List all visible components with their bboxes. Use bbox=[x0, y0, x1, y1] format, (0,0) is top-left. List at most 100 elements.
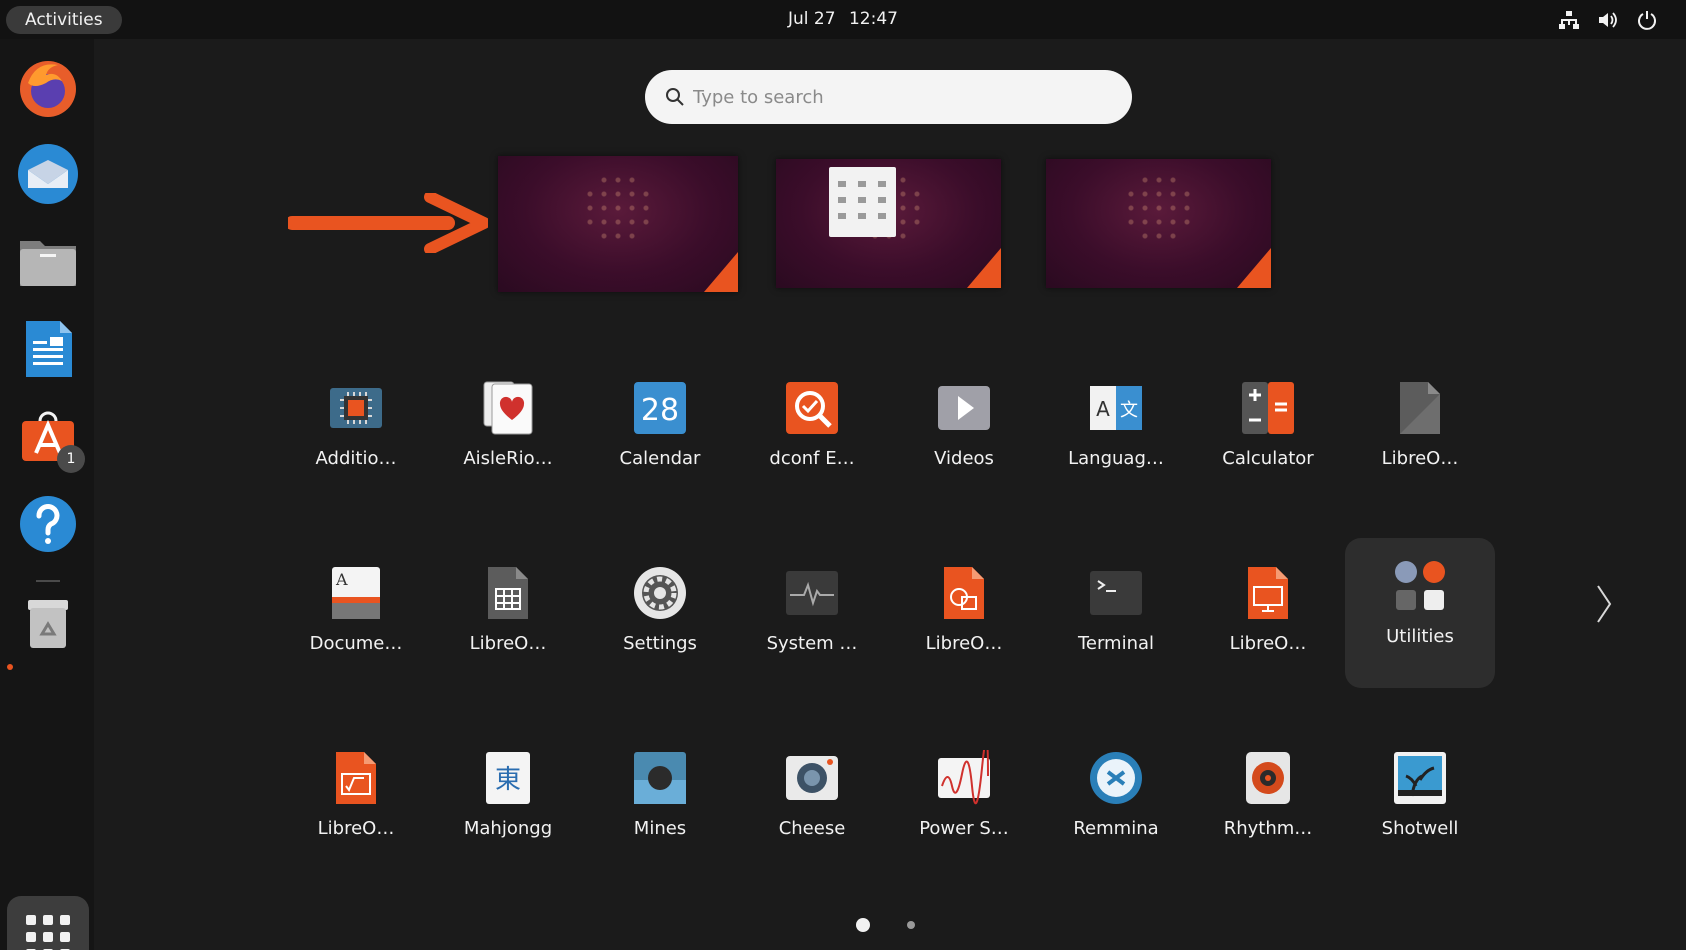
settings-icon bbox=[632, 565, 688, 621]
app-power-statistics[interactable]: Power S… bbox=[889, 730, 1039, 880]
app-label: Power S… bbox=[919, 818, 1009, 839]
app-mahjongg[interactable]: 東 Mahjongg bbox=[433, 730, 583, 880]
show-apps-button[interactable] bbox=[7, 896, 89, 950]
utilities-folder-icon bbox=[1392, 558, 1448, 614]
clock[interactable]: Jul 27 12:47 bbox=[0, 0, 1686, 39]
dconf-icon bbox=[784, 380, 840, 436]
dock-separator bbox=[36, 580, 60, 582]
app-label: AisleRio… bbox=[463, 448, 553, 469]
workspace-thumbnail-3[interactable] bbox=[1046, 159, 1271, 288]
app-libreoffice-calc[interactable]: LibreO… bbox=[433, 545, 583, 695]
svg-text:東: 東 bbox=[495, 765, 521, 795]
thunderbird-icon bbox=[18, 144, 78, 204]
videos-icon bbox=[936, 380, 992, 436]
app-label: Videos bbox=[934, 448, 994, 469]
files-icon bbox=[20, 241, 76, 286]
wallpaper-wedge bbox=[967, 248, 1001, 288]
app-terminal[interactable]: Terminal bbox=[1041, 545, 1191, 695]
wallpaper-wedge bbox=[704, 252, 738, 292]
chevron-right-icon[interactable] bbox=[1592, 580, 1616, 628]
app-document-viewer[interactable]: A Docume… bbox=[281, 545, 431, 695]
app-label: LibreO… bbox=[317, 818, 395, 839]
app-label: System … bbox=[766, 633, 858, 654]
clock-date: Jul 27 bbox=[788, 9, 836, 29]
app-calculator[interactable]: Calculator bbox=[1193, 360, 1343, 510]
dock-firefox[interactable] bbox=[14, 53, 82, 121]
search-input[interactable] bbox=[693, 79, 1093, 115]
app-label: Additio… bbox=[315, 448, 397, 469]
cards-icon bbox=[480, 380, 536, 436]
app-label: Mahjongg bbox=[463, 818, 553, 839]
power-icon[interactable] bbox=[1636, 9, 1658, 31]
app-videos[interactable]: Videos bbox=[889, 360, 1039, 510]
app-remmina[interactable]: Remmina bbox=[1041, 730, 1191, 880]
workspace-thumbnail-2[interactable] bbox=[776, 159, 1001, 288]
draw-icon bbox=[936, 565, 992, 621]
dock-thunderbird[interactable] bbox=[14, 140, 82, 208]
dock-writer[interactable] bbox=[14, 315, 82, 383]
app-label: Calculator bbox=[1222, 448, 1314, 469]
app-mines[interactable]: Mines bbox=[585, 730, 735, 880]
network-icon[interactable] bbox=[1558, 9, 1580, 31]
document-viewer-icon: A bbox=[328, 565, 384, 621]
volume-icon[interactable] bbox=[1597, 9, 1619, 31]
search-bar[interactable] bbox=[645, 70, 1132, 124]
app-system-monitor[interactable]: System … bbox=[737, 545, 887, 695]
app-additional-drivers[interactable]: Additio… bbox=[281, 360, 431, 510]
app-calendar[interactable]: 28 Calendar bbox=[585, 360, 735, 510]
app-label: dconf E… bbox=[769, 448, 855, 469]
app-label: Remmina bbox=[1073, 818, 1159, 839]
grid-icon bbox=[26, 915, 70, 950]
wallpaper-graphic bbox=[583, 172, 653, 243]
firefox-icon bbox=[20, 61, 76, 117]
page-dot[interactable] bbox=[907, 921, 915, 929]
svg-text:文: 文 bbox=[1120, 400, 1138, 421]
trash-icon bbox=[28, 600, 68, 648]
mahjongg-icon: 東 bbox=[480, 750, 536, 806]
app-aisleriot[interactable]: AisleRio… bbox=[433, 360, 583, 510]
window-thumbnail[interactable] bbox=[829, 167, 896, 237]
app-settings[interactable]: Settings bbox=[585, 545, 735, 695]
math-icon bbox=[328, 750, 384, 806]
app-label: LibreO… bbox=[1381, 448, 1459, 469]
dock-trash[interactable] bbox=[14, 588, 82, 656]
svg-text:A: A bbox=[335, 570, 348, 589]
app-libreoffice-math[interactable]: LibreO… bbox=[281, 730, 431, 880]
app-label: Terminal bbox=[1077, 633, 1155, 654]
app-libreoffice-draw[interactable]: LibreO… bbox=[889, 545, 1039, 695]
app-label: LibreO… bbox=[1229, 633, 1307, 654]
app-label: Mines bbox=[633, 818, 687, 839]
help-icon bbox=[20, 496, 76, 552]
app-rhythmbox[interactable]: Rhythm… bbox=[1193, 730, 1343, 880]
app-shotwell[interactable]: Shotwell bbox=[1345, 730, 1495, 880]
notification-badge: 1 bbox=[57, 445, 85, 473]
workspace-thumbnail-1[interactable] bbox=[498, 156, 738, 292]
system-tray[interactable] bbox=[1558, 9, 1658, 31]
app-dconf-editor[interactable]: dconf E… bbox=[737, 360, 887, 510]
svg-text:A: A bbox=[1096, 397, 1110, 421]
app-label: Settings bbox=[623, 633, 697, 654]
cheese-icon bbox=[784, 750, 840, 806]
calc-icon bbox=[480, 565, 536, 621]
page-dot-current[interactable] bbox=[856, 918, 870, 932]
app-label: Cheese bbox=[778, 818, 846, 839]
language-icon: A 文 bbox=[1088, 380, 1144, 436]
mines-icon bbox=[632, 750, 688, 806]
shotwell-icon bbox=[1392, 750, 1448, 806]
app-cheese[interactable]: Cheese bbox=[737, 730, 887, 880]
app-label: LibreO… bbox=[469, 633, 547, 654]
wallpaper-graphic bbox=[1123, 173, 1194, 244]
clock-time: 12:47 bbox=[848, 9, 898, 29]
app-libreoffice-impress[interactable]: LibreO… bbox=[1193, 545, 1343, 695]
calendar-day: 28 bbox=[641, 393, 679, 428]
app-folder-utilities[interactable]: Utilities bbox=[1345, 538, 1495, 688]
app-libreoffice[interactable]: LibreO… bbox=[1345, 360, 1495, 510]
calendar-icon: 28 bbox=[632, 380, 688, 436]
app-label: LibreO… bbox=[925, 633, 1003, 654]
app-language-support[interactable]: A 文 Languag… bbox=[1041, 360, 1191, 510]
annotation-arrow bbox=[288, 193, 488, 253]
app-label: Docume… bbox=[309, 633, 403, 654]
dock-files[interactable] bbox=[14, 227, 82, 295]
app-label: Utilities bbox=[1386, 626, 1454, 647]
dock-help[interactable] bbox=[14, 490, 82, 558]
